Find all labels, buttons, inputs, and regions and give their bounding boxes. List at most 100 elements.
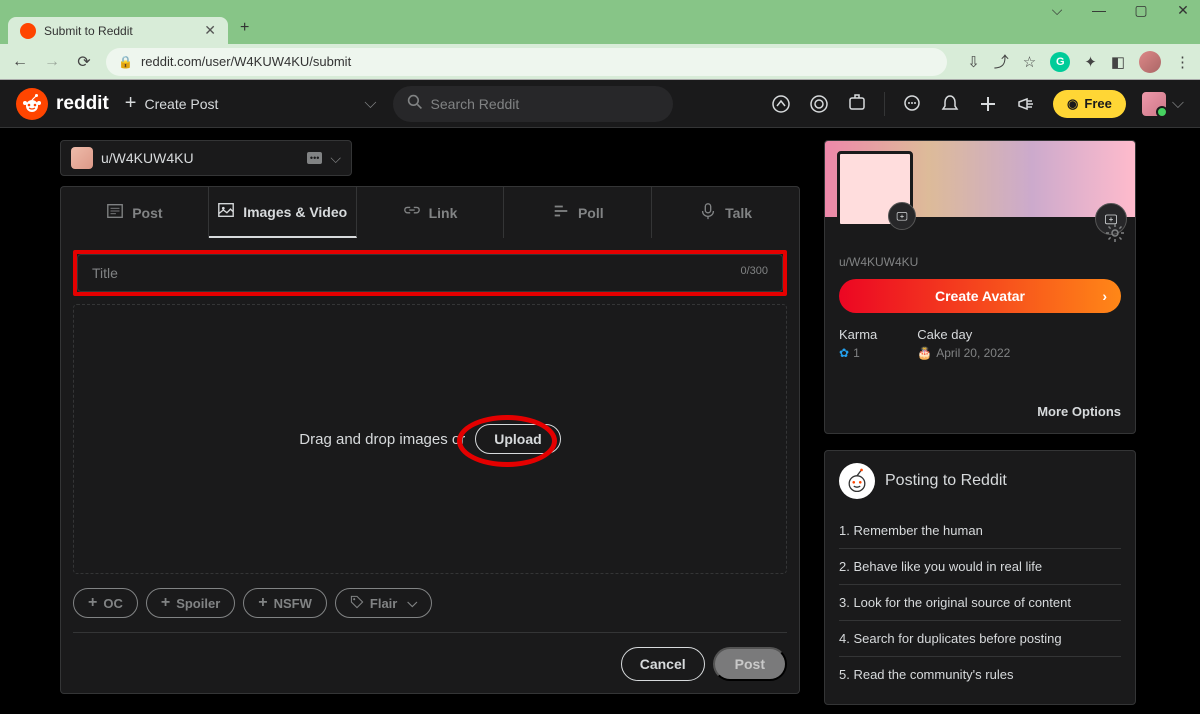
- window-close[interactable]: ✕: [1174, 2, 1192, 19]
- rule-item: 1. Remember the human: [839, 513, 1121, 549]
- karma-icon: ✿: [839, 346, 849, 360]
- tag-spoiler-label: Spoiler: [176, 596, 220, 611]
- drop-text: Drag and drop images or: [299, 431, 465, 448]
- advertise-icon[interactable]: [1015, 93, 1037, 115]
- post-button[interactable]: Post: [713, 647, 787, 681]
- new-tab-button[interactable]: +: [240, 19, 249, 41]
- tab-link-label: Link: [429, 205, 458, 221]
- bookmark-icon[interactable]: ☆: [1023, 53, 1036, 71]
- tab-talk[interactable]: Talk: [652, 187, 799, 238]
- chat-icon[interactable]: [901, 93, 923, 115]
- chevron-down-icon: ⌵: [330, 150, 341, 167]
- submit-form: u/W4KUW4KU ••• ⌵ Post Images & Video Lin…: [60, 140, 800, 714]
- search-input[interactable]: Search Reddit: [393, 86, 673, 122]
- plus-icon: +: [258, 594, 267, 612]
- rules-title: Posting to Reddit: [885, 472, 1007, 490]
- sidepanel-icon[interactable]: ◧: [1111, 53, 1125, 71]
- lock-icon: 🔒: [118, 55, 133, 69]
- share-icon[interactable]: ⤴: [994, 51, 1009, 72]
- snoo-icon: [839, 463, 875, 499]
- title-counter: 0/300: [740, 265, 768, 281]
- community-name: u/W4KUW4KU: [101, 150, 194, 166]
- title-placeholder: Title: [92, 265, 118, 281]
- post-type-tabs: Post Images & Video Link Poll Talk: [60, 186, 800, 238]
- browser-tab[interactable]: Submit to Reddit ✕: [8, 17, 228, 44]
- user-menu[interactable]: ⌵: [1142, 92, 1184, 116]
- install-icon[interactable]: ⇩: [967, 53, 980, 71]
- tab-talk-label: Talk: [725, 205, 752, 221]
- browser-toolbar: ← → ⟳ 🔒 reddit.com/user/W4KUW4KU/submit …: [0, 44, 1200, 80]
- back-button[interactable]: ←: [10, 52, 30, 72]
- tab-poll[interactable]: Poll: [504, 187, 652, 238]
- mic-icon: [699, 202, 717, 223]
- main-content: u/W4KUW4KU ••• ⌵ Post Images & Video Lin…: [0, 128, 1200, 714]
- gear-icon[interactable]: [1105, 223, 1125, 248]
- chevron-down-icon: ⌵: [407, 595, 417, 611]
- extensions-icon[interactable]: ✦: [1084, 53, 1097, 71]
- tab-close-icon[interactable]: ✕: [204, 22, 216, 39]
- divider: [884, 92, 885, 116]
- browser-menu-icon[interactable]: ⋮: [1175, 53, 1190, 71]
- upload-button[interactable]: Upload: [475, 424, 560, 454]
- tag-nsfw-label: NSFW: [274, 596, 312, 611]
- post-icon: [106, 202, 124, 223]
- tab-images[interactable]: Images & Video: [209, 187, 357, 238]
- rule-item: 5. Read the community's rules: [839, 657, 1121, 692]
- tag-icon: [350, 595, 364, 612]
- tab-link[interactable]: Link: [357, 187, 505, 238]
- title-highlight: Title 0/300: [73, 250, 787, 296]
- community-selector[interactable]: u/W4KUW4KU ••• ⌵: [60, 140, 352, 176]
- shield-icon[interactable]: [846, 93, 868, 115]
- user-avatar: [1142, 92, 1166, 116]
- create-avatar-button[interactable]: Create Avatar ›: [839, 279, 1121, 313]
- window-minimize[interactable]: —: [1090, 2, 1108, 19]
- tag-flair[interactable]: Flair⌵: [335, 588, 432, 618]
- nav-dropdown-caret[interactable]: ⌵: [364, 95, 376, 113]
- free-button[interactable]: ◉ Free: [1053, 90, 1126, 118]
- media-drop-zone[interactable]: Drag and drop images or Upload: [73, 304, 787, 574]
- karma-stat: Karma ✿1: [839, 327, 877, 360]
- profile-avatar-icon[interactable]: [1139, 51, 1161, 73]
- tag-oc[interactable]: +OC: [73, 588, 138, 618]
- coin-icon[interactable]: [808, 93, 830, 115]
- chevron-down-icon: ⌵: [1172, 95, 1184, 113]
- title-input[interactable]: Title 0/300: [77, 254, 783, 292]
- reddit-header: reddit + Create Post ⌵ Search Reddit ◉ F…: [0, 80, 1200, 128]
- plus-icon: +: [88, 594, 97, 612]
- tag-spoiler[interactable]: +Spoiler: [146, 588, 235, 618]
- forward-button[interactable]: →: [42, 52, 62, 72]
- poll-icon: [552, 202, 570, 223]
- tab-strip: Submit to Reddit ✕ +: [0, 16, 1200, 44]
- cakeday-value: April 20, 2022: [936, 346, 1010, 360]
- tab-title: Submit to Reddit: [44, 24, 133, 38]
- notifications-icon[interactable]: [939, 93, 961, 115]
- reddit-logo[interactable]: reddit: [16, 88, 109, 120]
- reload-button[interactable]: ⟳: [74, 52, 94, 72]
- link-icon: [403, 202, 421, 223]
- address-bar[interactable]: 🔒 reddit.com/user/W4KUW4KU/submit: [106, 48, 947, 76]
- grammarly-extension-icon[interactable]: G: [1050, 52, 1070, 72]
- profile-stats: Karma ✿1 Cake day 🎂April 20, 2022: [839, 327, 1121, 360]
- window-maximize[interactable]: ▢: [1132, 2, 1150, 19]
- window-titlebar: ⌵ — ▢ ✕: [0, 0, 1200, 16]
- rule-item: 4. Search for duplicates before posting: [839, 621, 1121, 657]
- create-icon[interactable]: [977, 93, 999, 115]
- tag-nsfw[interactable]: + NSFW: [243, 588, 327, 618]
- header-actions: ◉ Free ⌵: [770, 90, 1184, 118]
- rule-item: 3. Look for the original source of conte…: [839, 585, 1121, 621]
- karma-value: 1: [853, 346, 860, 360]
- window-caret[interactable]: ⌵: [1048, 2, 1066, 19]
- cake-icon: 🎂: [917, 346, 932, 360]
- cakeday-label: Cake day: [917, 327, 1010, 342]
- more-options-link[interactable]: More Options: [839, 374, 1121, 419]
- reddit-logo-icon: [16, 88, 48, 120]
- cancel-button[interactable]: Cancel: [621, 647, 705, 681]
- coin-small-icon: ◉: [1067, 96, 1078, 112]
- tab-post[interactable]: Post: [61, 187, 209, 238]
- profile-banner: [825, 141, 1135, 217]
- search-icon: [407, 94, 423, 113]
- tab-poll-label: Poll: [578, 205, 604, 221]
- popular-icon[interactable]: [770, 93, 792, 115]
- create-post-nav[interactable]: + Create Post: [125, 92, 219, 115]
- create-post-label: Create Post: [144, 96, 218, 112]
